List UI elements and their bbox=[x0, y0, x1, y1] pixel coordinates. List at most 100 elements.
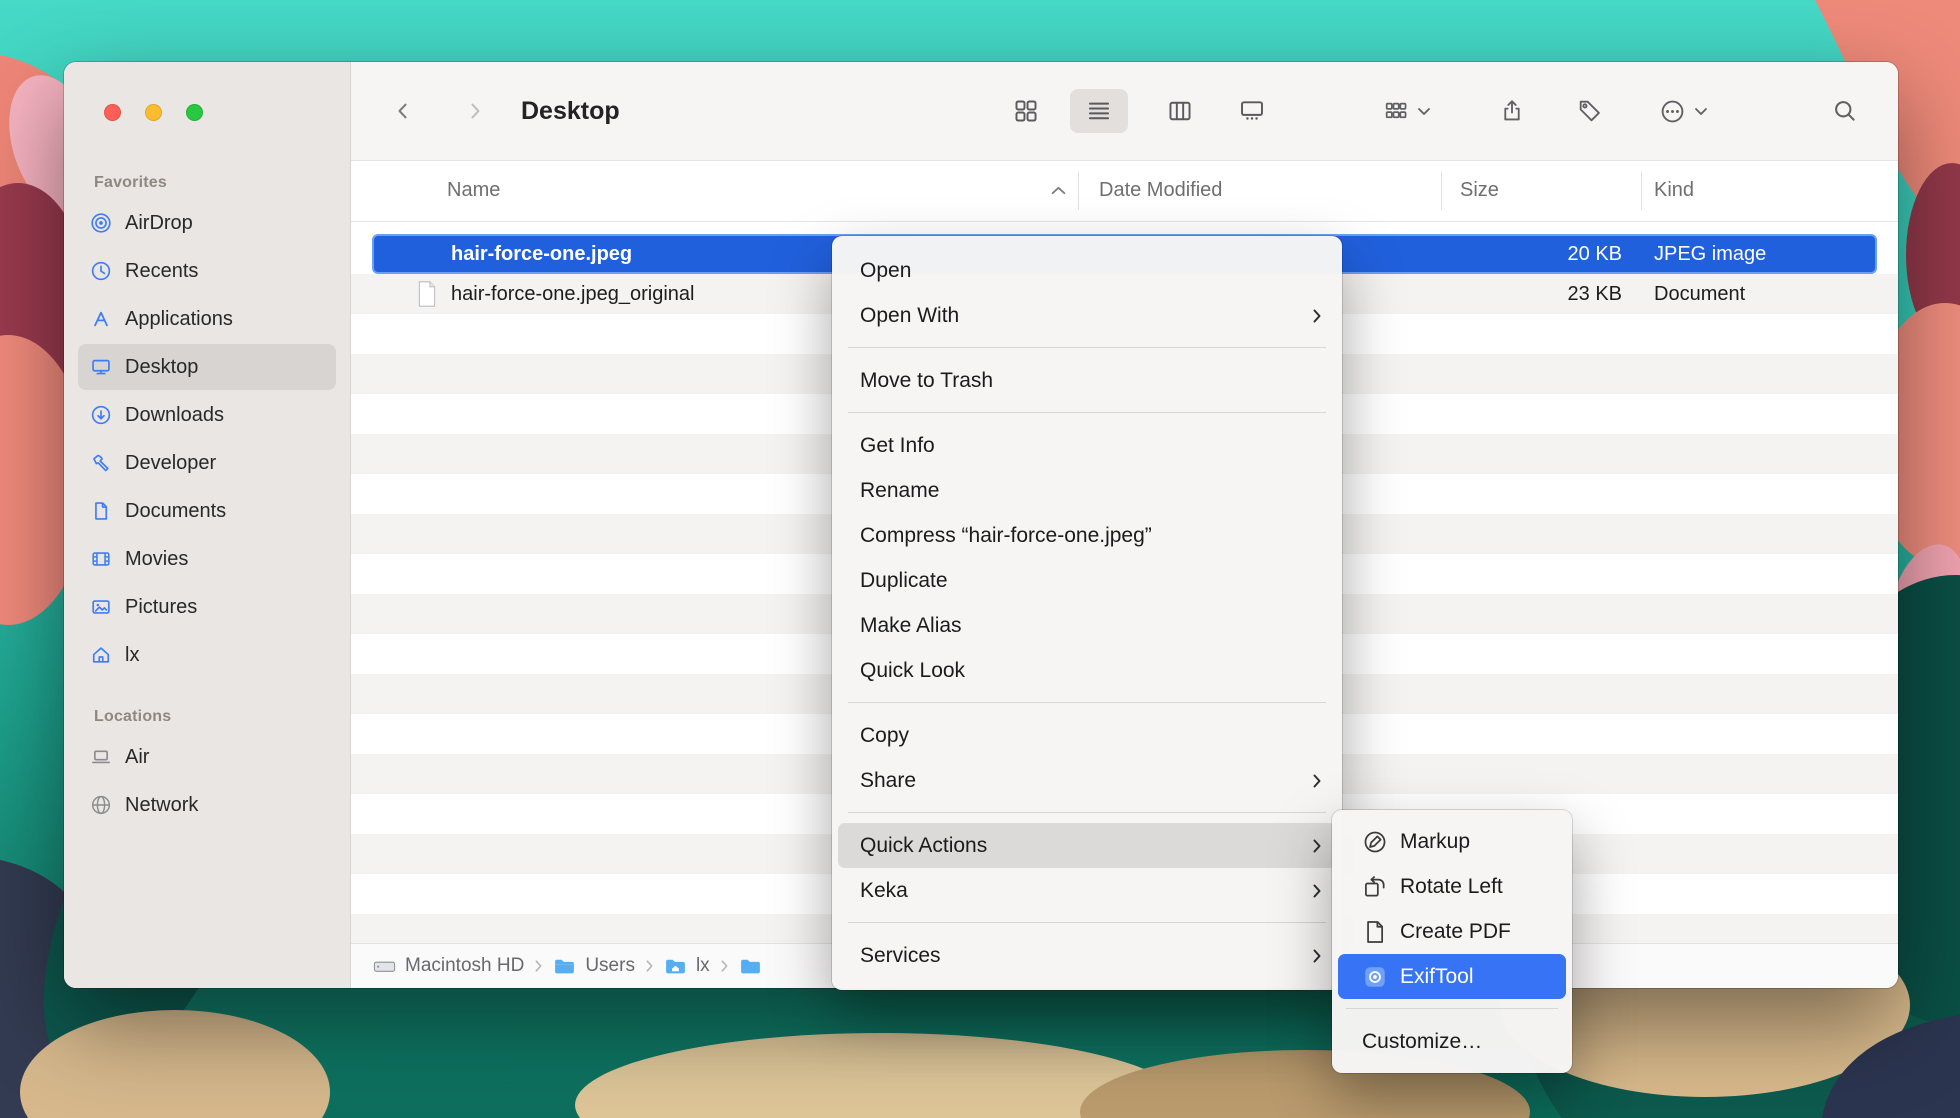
path-item-macintosh-hd[interactable]: Macintosh HD bbox=[373, 955, 524, 978]
more-actions-button[interactable] bbox=[1641, 89, 1725, 133]
menu-item-open-with[interactable]: Open With bbox=[832, 293, 1342, 338]
menu-separator bbox=[848, 922, 1326, 923]
more-circle-icon bbox=[1659, 98, 1686, 125]
menu-item-quick-actions[interactable]: Quick Actions bbox=[838, 823, 1336, 868]
menu-item-label: Quick Actions bbox=[860, 834, 987, 858]
column-view-button[interactable] bbox=[1151, 89, 1209, 133]
sidebar-item-network[interactable]: Network bbox=[78, 782, 336, 828]
menu-item-duplicate[interactable]: Duplicate bbox=[832, 558, 1342, 603]
sidebar-item-label: Pictures bbox=[125, 596, 197, 619]
sidebar-item-label: Desktop bbox=[125, 356, 198, 379]
submenu-chevron-icon bbox=[1312, 838, 1322, 854]
submenu-item-label: Rotate Left bbox=[1400, 875, 1503, 899]
menu-item-open[interactable]: Open bbox=[832, 248, 1342, 293]
chevron-right-icon bbox=[645, 959, 654, 973]
submenu-item-label: Customize… bbox=[1362, 1030, 1482, 1054]
hammer-icon bbox=[90, 452, 112, 474]
zoom-button[interactable] bbox=[186, 104, 203, 121]
list-column-headers: Name Date Modified Size Kind bbox=[351, 160, 1898, 222]
forward-button[interactable] bbox=[453, 62, 497, 160]
path-label: Users bbox=[585, 955, 635, 977]
menu-item-label: Keka bbox=[860, 879, 908, 903]
file-size: 23 KB bbox=[1568, 274, 1622, 314]
column-header-name[interactable]: Name bbox=[447, 161, 500, 219]
sidebar-item-lx-home[interactable]: lx bbox=[78, 632, 336, 678]
column-divider[interactable] bbox=[1441, 172, 1442, 210]
chevron-left-icon bbox=[392, 97, 414, 125]
clock-icon bbox=[90, 260, 112, 282]
menu-item-make-alias[interactable]: Make Alias bbox=[832, 603, 1342, 648]
submenu-item-create-pdf[interactable]: Create PDF bbox=[1332, 909, 1572, 954]
chevron-right-icon bbox=[720, 959, 729, 973]
chevron-right-icon bbox=[534, 959, 543, 973]
icon-view-button[interactable] bbox=[997, 89, 1055, 133]
window-title: Desktop bbox=[521, 62, 620, 160]
grid-view-icon bbox=[1013, 98, 1039, 124]
sidebar-item-movies[interactable]: Movies bbox=[78, 536, 336, 582]
sidebar-item-recents[interactable]: Recents bbox=[78, 248, 336, 294]
sidebar-item-airdrop[interactable]: AirDrop bbox=[78, 200, 336, 246]
search-button[interactable] bbox=[1817, 89, 1873, 133]
sidebar-item-downloads[interactable]: Downloads bbox=[78, 392, 336, 438]
minimize-button[interactable] bbox=[145, 104, 162, 121]
menu-item-label: Get Info bbox=[860, 434, 935, 458]
home-folder-icon bbox=[664, 955, 687, 978]
column-divider[interactable] bbox=[1078, 172, 1079, 210]
sidebar-item-pictures[interactable]: Pictures bbox=[78, 584, 336, 630]
folder-icon bbox=[739, 955, 762, 978]
menu-item-compress[interactable]: Compress “hair-force-one.jpeg” bbox=[832, 513, 1342, 558]
menu-item-move-to-trash[interactable]: Move to Trash bbox=[832, 358, 1342, 403]
menu-item-quick-look[interactable]: Quick Look bbox=[832, 648, 1342, 693]
film-icon bbox=[90, 548, 112, 570]
sidebar-item-desktop[interactable]: Desktop bbox=[78, 344, 336, 390]
menu-item-share[interactable]: Share bbox=[832, 758, 1342, 803]
submenu-item-markup[interactable]: Markup bbox=[1332, 819, 1572, 864]
sidebar-item-label: lx bbox=[125, 644, 139, 667]
menu-item-services[interactable]: Services bbox=[832, 933, 1342, 978]
traffic-lights bbox=[104, 104, 203, 121]
menu-item-label: Share bbox=[860, 769, 916, 793]
column-header-date-modified[interactable]: Date Modified bbox=[1099, 161, 1222, 219]
column-header-kind[interactable]: Kind bbox=[1654, 161, 1694, 219]
share-button[interactable] bbox=[1485, 89, 1539, 133]
tag-icon bbox=[1577, 98, 1603, 124]
sidebar-section-favorites: Favorites bbox=[64, 174, 350, 200]
submenu-chevron-icon bbox=[1312, 308, 1322, 324]
submenu-item-label: ExifTool bbox=[1400, 965, 1474, 989]
menu-item-keka[interactable]: Keka bbox=[832, 868, 1342, 913]
menu-separator bbox=[848, 812, 1326, 813]
tag-button[interactable] bbox=[1563, 89, 1617, 133]
menu-item-get-info[interactable]: Get Info bbox=[832, 423, 1342, 468]
submenu-item-customize[interactable]: Customize… bbox=[1332, 1019, 1572, 1064]
submenu-chevron-icon bbox=[1312, 948, 1322, 964]
applications-icon bbox=[90, 308, 112, 330]
list-view-button[interactable] bbox=[1070, 89, 1128, 133]
sidebar-item-applications[interactable]: Applications bbox=[78, 296, 336, 342]
file-kind: Document bbox=[1654, 274, 1745, 314]
menu-separator bbox=[848, 702, 1326, 703]
sidebar-item-documents[interactable]: Documents bbox=[78, 488, 336, 534]
sidebar-item-developer[interactable]: Developer bbox=[78, 440, 336, 486]
submenu-item-exiftool[interactable]: ExifTool bbox=[1338, 954, 1566, 999]
menu-item-copy[interactable]: Copy bbox=[832, 713, 1342, 758]
close-button[interactable] bbox=[104, 104, 121, 121]
group-by-button[interactable] bbox=[1365, 89, 1449, 133]
menu-item-label: Open bbox=[860, 259, 911, 283]
sidebar-item-label: Network bbox=[125, 794, 198, 817]
sidebar-item-air[interactable]: Air bbox=[78, 734, 336, 780]
column-divider[interactable] bbox=[1641, 172, 1642, 210]
hard-drive-icon bbox=[373, 955, 396, 978]
path-item-folder[interactable] bbox=[739, 955, 771, 978]
path-item-users[interactable]: Users bbox=[553, 955, 635, 978]
sidebar-item-label: Applications bbox=[125, 308, 233, 331]
submenu-item-label: Create PDF bbox=[1400, 920, 1511, 944]
menu-separator bbox=[848, 412, 1326, 413]
gallery-view-button[interactable] bbox=[1223, 89, 1281, 133]
column-header-size[interactable]: Size bbox=[1460, 161, 1499, 219]
sidebar-item-label: Air bbox=[125, 746, 149, 769]
menu-item-rename[interactable]: Rename bbox=[832, 468, 1342, 513]
submenu-item-rotate-left[interactable]: Rotate Left bbox=[1332, 864, 1572, 909]
path-item-lx[interactable]: lx bbox=[664, 955, 710, 978]
back-button[interactable] bbox=[381, 62, 425, 160]
menu-item-label: Make Alias bbox=[860, 614, 962, 638]
